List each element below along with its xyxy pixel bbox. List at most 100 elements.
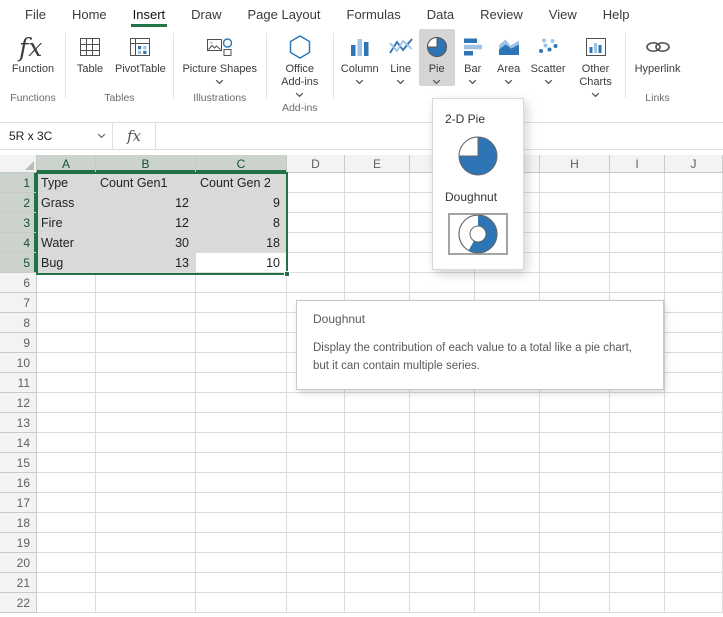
cell-e18[interactable] bbox=[345, 513, 410, 533]
cell-e4[interactable] bbox=[345, 233, 410, 253]
cell-j19[interactable] bbox=[665, 533, 723, 553]
cell-e17[interactable] bbox=[345, 493, 410, 513]
cell-b14[interactable] bbox=[96, 433, 196, 453]
cell-h17[interactable] bbox=[540, 493, 610, 513]
pie-button[interactable]: Pie bbox=[419, 29, 455, 86]
cell-a2[interactable]: Grass bbox=[37, 193, 96, 213]
cell-e22[interactable] bbox=[345, 593, 410, 613]
cell-b4[interactable]: 30 bbox=[96, 233, 196, 253]
row-header-2[interactable]: 2 bbox=[0, 193, 37, 213]
cell-b11[interactable] bbox=[96, 373, 196, 393]
menu-tab-file[interactable]: File bbox=[12, 0, 59, 28]
cell-j13[interactable] bbox=[665, 413, 723, 433]
row-header-4[interactable]: 4 bbox=[0, 233, 37, 253]
cell-b3[interactable]: 12 bbox=[96, 213, 196, 233]
cell-b9[interactable] bbox=[96, 333, 196, 353]
menu-tab-help[interactable]: Help bbox=[590, 0, 643, 28]
cell-j5[interactable] bbox=[665, 253, 723, 273]
cell-g6[interactable] bbox=[475, 273, 540, 293]
cell-g15[interactable] bbox=[475, 453, 540, 473]
cell-b17[interactable] bbox=[96, 493, 196, 513]
cell-i15[interactable] bbox=[610, 453, 665, 473]
cell-a3[interactable]: Fire bbox=[37, 213, 96, 233]
cell-i3[interactable] bbox=[610, 213, 665, 233]
cell-d6[interactable] bbox=[287, 273, 345, 293]
cell-a1[interactable]: Type bbox=[37, 173, 96, 193]
cell-d21[interactable] bbox=[287, 573, 345, 593]
table-button[interactable]: Table bbox=[69, 29, 111, 77]
cell-b18[interactable] bbox=[96, 513, 196, 533]
cell-h12[interactable] bbox=[540, 393, 610, 413]
row-header-22[interactable]: 22 bbox=[0, 593, 37, 613]
cell-h20[interactable] bbox=[540, 553, 610, 573]
cell-j15[interactable] bbox=[665, 453, 723, 473]
column-header-j[interactable]: J bbox=[665, 155, 723, 173]
cell-f22[interactable] bbox=[410, 593, 475, 613]
cell-f19[interactable] bbox=[410, 533, 475, 553]
cell-c18[interactable] bbox=[196, 513, 287, 533]
cell-j12[interactable] bbox=[665, 393, 723, 413]
cell-a22[interactable] bbox=[37, 593, 96, 613]
row-header-10[interactable]: 10 bbox=[0, 353, 37, 373]
cell-j4[interactable] bbox=[665, 233, 723, 253]
cell-j16[interactable] bbox=[665, 473, 723, 493]
column-button[interactable]: Column bbox=[337, 29, 383, 86]
pivottable-button[interactable]: PivotTable bbox=[111, 29, 170, 77]
cell-i12[interactable] bbox=[610, 393, 665, 413]
row-header-20[interactable]: 20 bbox=[0, 553, 37, 573]
cell-j18[interactable] bbox=[665, 513, 723, 533]
cell-g19[interactable] bbox=[475, 533, 540, 553]
cell-c4[interactable]: 18 bbox=[196, 233, 287, 253]
cell-a8[interactable] bbox=[37, 313, 96, 333]
cell-b7[interactable] bbox=[96, 293, 196, 313]
cell-e1[interactable] bbox=[345, 173, 410, 193]
cell-c10[interactable] bbox=[196, 353, 287, 373]
cell-g21[interactable] bbox=[475, 573, 540, 593]
office-add-ins-button[interactable]: Office Add-ins bbox=[270, 29, 330, 99]
cell-j10[interactable] bbox=[665, 353, 723, 373]
cell-j1[interactable] bbox=[665, 173, 723, 193]
cell-e14[interactable] bbox=[345, 433, 410, 453]
cell-h3[interactable] bbox=[540, 213, 610, 233]
cell-c20[interactable] bbox=[196, 553, 287, 573]
cell-j9[interactable] bbox=[665, 333, 723, 353]
cell-j6[interactable] bbox=[665, 273, 723, 293]
cell-f14[interactable] bbox=[410, 433, 475, 453]
cell-e16[interactable] bbox=[345, 473, 410, 493]
cell-b2[interactable]: 12 bbox=[96, 193, 196, 213]
cell-a21[interactable] bbox=[37, 573, 96, 593]
cell-g20[interactable] bbox=[475, 553, 540, 573]
cell-d20[interactable] bbox=[287, 553, 345, 573]
cell-j3[interactable] bbox=[665, 213, 723, 233]
cell-h16[interactable] bbox=[540, 473, 610, 493]
cell-i21[interactable] bbox=[610, 573, 665, 593]
row-header-17[interactable]: 17 bbox=[0, 493, 37, 513]
cell-h4[interactable] bbox=[540, 233, 610, 253]
function-button[interactable]: fxFunction bbox=[4, 29, 62, 77]
cell-e5[interactable] bbox=[345, 253, 410, 273]
row-header-3[interactable]: 3 bbox=[0, 213, 37, 233]
cell-i18[interactable] bbox=[610, 513, 665, 533]
cell-c8[interactable] bbox=[196, 313, 287, 333]
cell-e13[interactable] bbox=[345, 413, 410, 433]
menu-tab-formulas[interactable]: Formulas bbox=[334, 0, 414, 28]
menu-tab-data[interactable]: Data bbox=[414, 0, 467, 28]
cell-i17[interactable] bbox=[610, 493, 665, 513]
row-header-12[interactable]: 12 bbox=[0, 393, 37, 413]
cell-a6[interactable] bbox=[37, 273, 96, 293]
cell-c12[interactable] bbox=[196, 393, 287, 413]
cell-a10[interactable] bbox=[37, 353, 96, 373]
cell-d5[interactable] bbox=[287, 253, 345, 273]
cell-j8[interactable] bbox=[665, 313, 723, 333]
cell-g18[interactable] bbox=[475, 513, 540, 533]
other-charts-button[interactable]: Other Charts bbox=[570, 29, 622, 104]
row-header-8[interactable]: 8 bbox=[0, 313, 37, 333]
row-header-9[interactable]: 9 bbox=[0, 333, 37, 353]
cell-c16[interactable] bbox=[196, 473, 287, 493]
cell-i6[interactable] bbox=[610, 273, 665, 293]
cell-d3[interactable] bbox=[287, 213, 345, 233]
cell-e12[interactable] bbox=[345, 393, 410, 413]
cell-f18[interactable] bbox=[410, 513, 475, 533]
cell-h14[interactable] bbox=[540, 433, 610, 453]
cell-c3[interactable]: 8 bbox=[196, 213, 287, 233]
